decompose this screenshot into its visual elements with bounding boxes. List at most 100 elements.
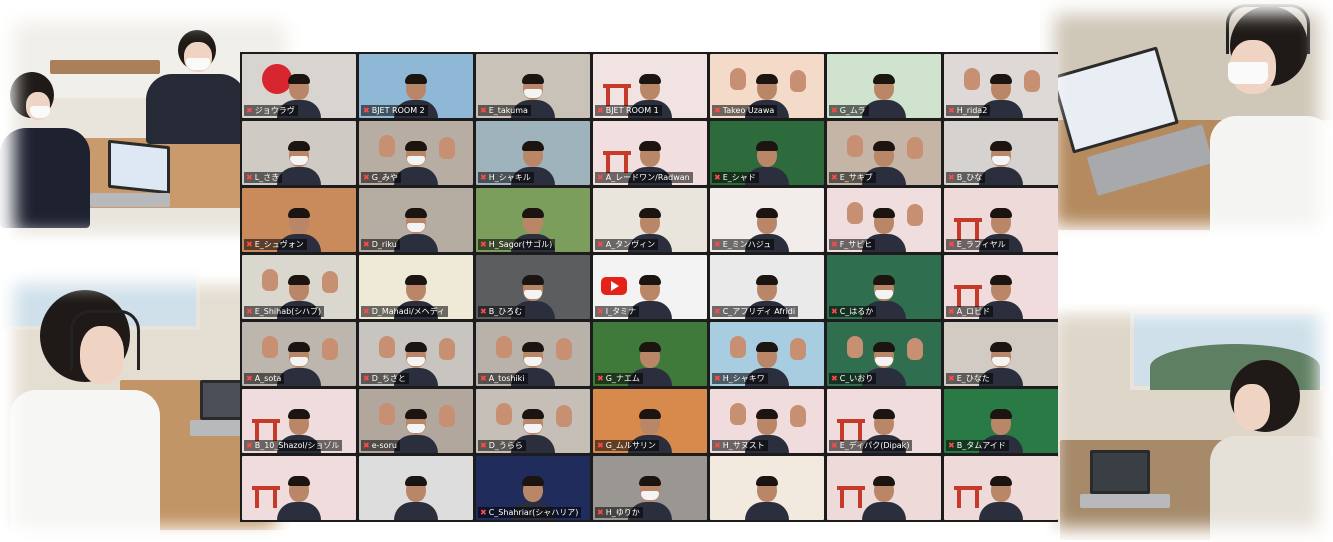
video-tile[interactable]: ✖ H_シャキワ: [710, 322, 824, 386]
participant-name-label: ✖ E_ラフィヤル: [946, 239, 1009, 250]
participant-name: C_いおり: [839, 374, 874, 383]
muted-mic-icon: ✖: [597, 307, 604, 316]
participant-name-label: ✖ BJET ROOM 2: [361, 105, 428, 116]
video-tile[interactable]: ✖ C_いおり: [827, 322, 941, 386]
participant-name-label: ✖ D_riku: [361, 239, 400, 250]
participant-name: E_ミンハジュ: [722, 240, 772, 249]
muted-mic-icon: ✖: [363, 374, 370, 383]
participant-name-label: ✖ B_ひな: [946, 172, 986, 183]
participant-name-label: ✖ G_ムルサリン: [595, 440, 659, 451]
video-tile[interactable]: ✖ H_サヌスト: [710, 389, 824, 453]
video-tile[interactable]: ✖ E_ひなた: [944, 322, 1058, 386]
participant-name-label: ✖ H_ゆりか: [595, 507, 643, 518]
video-tile[interactable]: ✖ BJET ROOM 1: [593, 54, 707, 118]
video-tile[interactable]: ✖ B_10_Shazol/ショゾル: [242, 389, 356, 453]
video-tile[interactable]: [242, 456, 356, 520]
participant-name: H_Sagor(サゴル): [488, 240, 553, 249]
video-tile[interactable]: ✖ B_ひな: [944, 121, 1058, 185]
muted-mic-icon: ✖: [246, 441, 253, 450]
torii-gate-icon: [954, 218, 982, 240]
participant-name: A_ロビド: [956, 307, 991, 316]
video-tile[interactable]: ✖ D_riku: [359, 188, 473, 252]
video-tile[interactable]: [710, 456, 824, 520]
muted-mic-icon: ✖: [363, 307, 370, 316]
participant-name-label: ✖ BJET ROOM 1: [595, 105, 662, 116]
video-tile[interactable]: ✖ C_アフリディ Afridi: [710, 255, 824, 319]
video-tile[interactable]: ✖ E_シャド: [710, 121, 824, 185]
video-tile[interactable]: ✖ Takeo Uzawa: [710, 54, 824, 118]
participant-name-label: ✖ E_シュヴォン: [244, 239, 307, 250]
video-tile[interactable]: ✖ ジョウラヴ: [242, 54, 356, 118]
video-tile[interactable]: ✖ E_ディパク(Dipak): [827, 389, 941, 453]
video-tile[interactable]: ✖ E_シュヴォン: [242, 188, 356, 252]
torii-gate-icon: [603, 151, 631, 173]
video-tile[interactable]: ✖ E_ミンハジュ: [710, 188, 824, 252]
participant-name: BJET ROOM 2: [371, 106, 425, 115]
video-tile[interactable]: ✖ G_みや: [359, 121, 473, 185]
video-tile[interactable]: ✖ I_タミナ: [593, 255, 707, 319]
video-tile[interactable]: ✖ E_Shihab(シハブ): [242, 255, 356, 319]
participant-name-label: ✖ A_toshiki: [478, 373, 528, 384]
participant-name-label: ✖ E_ひなた: [946, 373, 993, 384]
video-tile[interactable]: ✖ D_Mahadi/メヘディ: [359, 255, 473, 319]
video-tile[interactable]: ✖ H_ゆりか: [593, 456, 707, 520]
classroom-collage: ✖ ジョウラヴ ✖ BJET ROOM 2 ✖ E_takuma ✖ BJET ROOM 1 ✖…: [0, 0, 1333, 542]
muted-mic-icon: ✖: [480, 173, 487, 182]
video-tile[interactable]: ✖ E_takuma: [476, 54, 590, 118]
waving-hand: [790, 70, 806, 92]
muted-mic-icon: ✖: [480, 441, 487, 450]
video-tile[interactable]: ✖ C_はるか: [827, 255, 941, 319]
participant-name-label: ✖ A_レードワン/Radwan: [595, 172, 693, 183]
video-tile[interactable]: ✖ F_サビヒ: [827, 188, 941, 252]
waving-hand: [379, 135, 395, 157]
video-tile[interactable]: ✖ G_ムルサリン: [593, 389, 707, 453]
participant-video: [979, 139, 1023, 185]
video-tile[interactable]: ✖ A_sota: [242, 322, 356, 386]
video-tile[interactable]: ✖ A_ロビド: [944, 255, 1058, 319]
muted-mic-icon: ✖: [948, 240, 955, 249]
youtube-logo-icon: [601, 277, 627, 295]
waving-hand: [439, 137, 455, 159]
video-tile[interactable]: ✖ A_レードワン/Radwan: [593, 121, 707, 185]
muted-mic-icon: ✖: [363, 106, 370, 115]
participant-name-label: ✖ e-soru: [361, 440, 400, 451]
video-tile[interactable]: ✖ G_ナエム: [593, 322, 707, 386]
video-tile[interactable]: ✖ D_ちさと: [359, 322, 473, 386]
participant-name: BJET ROOM 1: [605, 106, 659, 115]
video-tile[interactable]: ✖ E_ラフィヤル: [944, 188, 1058, 252]
participant-name: G_ムルサリン: [605, 441, 656, 450]
video-tile[interactable]: ✖ D_うらら: [476, 389, 590, 453]
video-tile[interactable]: [944, 456, 1058, 520]
muted-mic-icon: ✖: [948, 173, 955, 182]
video-tile[interactable]: ✖ L_さき: [242, 121, 356, 185]
participant-name: B_タムアイド: [956, 441, 1006, 450]
video-tile[interactable]: ✖ H_Sagor(サゴル): [476, 188, 590, 252]
video-tile[interactable]: ✖ A_タンヴィン: [593, 188, 707, 252]
participant-name-label: ✖ C_はるか: [829, 306, 877, 317]
video-tile[interactable]: ✖ G_ムラ: [827, 54, 941, 118]
video-tile[interactable]: ✖ e-soru: [359, 389, 473, 453]
participant-name: D_Mahadi/メヘディ: [371, 307, 446, 316]
muted-mic-icon: ✖: [363, 240, 370, 249]
waving-hand: [556, 405, 572, 427]
video-tile[interactable]: [827, 456, 941, 520]
video-tile[interactable]: ✖ H_シャキル: [476, 121, 590, 185]
video-tile[interactable]: ✖ B_ひろむ: [476, 255, 590, 319]
video-tile[interactable]: ✖ BJET ROOM 2: [359, 54, 473, 118]
participant-name: A_レードワン/Radwan: [605, 173, 690, 182]
video-tile[interactable]: ✖ E_サキブ: [827, 121, 941, 185]
participant-video: [394, 407, 438, 453]
video-tile[interactable]: [359, 456, 473, 520]
participant-name-label: ✖ C_いおり: [829, 373, 877, 384]
video-tile[interactable]: ✖ A_toshiki: [476, 322, 590, 386]
video-tile[interactable]: ✖ C_Shahriar(シャハリア): [476, 456, 590, 520]
waving-hand: [790, 338, 806, 360]
waving-hand: [379, 403, 395, 425]
waving-hand: [964, 68, 980, 90]
muted-mic-icon: ✖: [363, 441, 370, 450]
participant-name-label: ✖ A_sota: [244, 373, 285, 384]
muted-mic-icon: ✖: [597, 441, 604, 450]
video-tile[interactable]: ✖ B_タムアイド: [944, 389, 1058, 453]
participant-video: [745, 474, 789, 520]
video-tile[interactable]: ✖ H_rida2: [944, 54, 1058, 118]
